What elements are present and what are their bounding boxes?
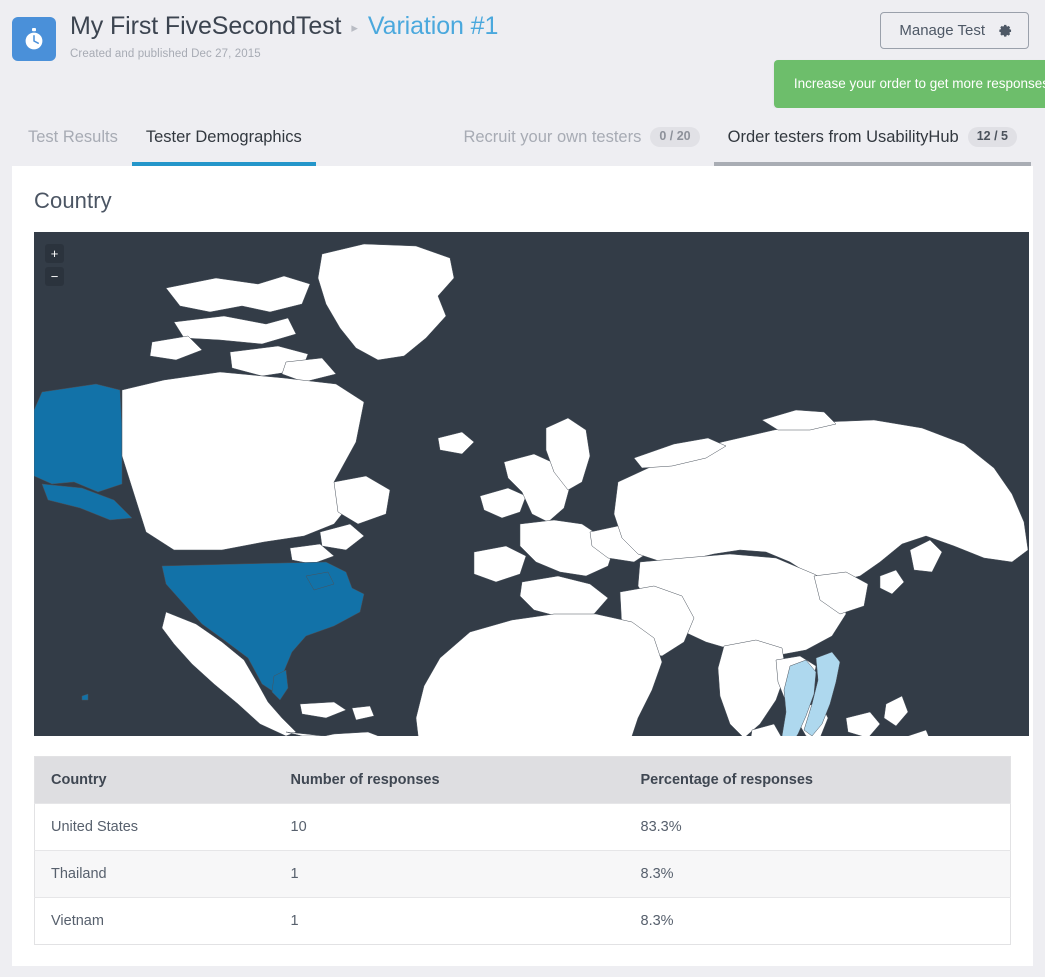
- cell-percentage: 8.3%: [624, 850, 1011, 898]
- tab-badge: 0 / 20: [650, 127, 700, 147]
- variation-link[interactable]: Variation #1: [368, 14, 498, 39]
- tab-label: Test Results: [28, 127, 118, 146]
- table-row: Vietnam 1 8.3%: [34, 897, 1011, 945]
- table-row: Thailand 1 8.3%: [34, 850, 1011, 898]
- tab-spacer: [316, 108, 450, 166]
- country-responses-table: Country Number of responses Percentage o…: [34, 756, 1011, 945]
- gear-icon: [999, 24, 1012, 37]
- app-logo: [12, 17, 56, 61]
- upsell-callout: ✖ Increase your order to get more respon…: [774, 60, 1045, 120]
- column-header-percentage-of-responses: Percentage of responses: [624, 756, 1011, 804]
- cell-country: Thailand: [34, 850, 275, 898]
- cell-responses: 1: [274, 850, 625, 898]
- manage-test-button[interactable]: Manage Test: [880, 12, 1029, 49]
- world-map-svg: [34, 232, 1029, 736]
- tab-label: Order testers from UsabilityHub: [727, 127, 959, 146]
- cell-percentage: 83.3%: [624, 803, 1011, 851]
- cell-country: United States: [34, 803, 275, 851]
- stopwatch-icon: [25, 28, 43, 50]
- world-map[interactable]: + −: [34, 232, 1029, 736]
- table-head: Country Number of responses Percentage o…: [34, 756, 1011, 804]
- cell-responses: 1: [274, 897, 625, 945]
- breadcrumb: My First FiveSecondTest ▸ Variation #1: [70, 14, 498, 39]
- column-header-number-of-responses: Number of responses: [274, 756, 625, 804]
- breadcrumb-separator-icon: ▸: [351, 20, 358, 35]
- tab-tester-demographics[interactable]: Tester Demographics: [131, 108, 316, 166]
- cell-country: Vietnam: [34, 897, 275, 945]
- tab-order-testers-from-usabilityhub[interactable]: Order testers from UsabilityHub 12 / 5: [713, 108, 1032, 166]
- page-header: My First FiveSecondTest ▸ Variation #1 C…: [0, 0, 1045, 120]
- brand-block: My First FiveSecondTest ▸ Variation #1 C…: [12, 12, 498, 61]
- cell-responses: 10: [274, 803, 625, 851]
- zoom-in-button[interactable]: +: [45, 244, 64, 263]
- zoom-out-button[interactable]: −: [45, 267, 64, 286]
- cell-percentage: 8.3%: [624, 897, 1011, 945]
- content-card: Country + − Country Number of responses …: [12, 166, 1033, 966]
- section-title: Country: [34, 188, 112, 213]
- map-zoom-controls: + −: [45, 244, 64, 286]
- column-header-country: Country: [34, 756, 275, 804]
- table-body: United States 10 83.3% Thailand 1 8.3% V…: [34, 803, 1011, 945]
- tab-bar: Test Results Tester Demographics Recruit…: [0, 108, 1045, 166]
- tab-test-results[interactable]: Test Results: [14, 108, 132, 166]
- page-title: My First FiveSecondTest: [70, 12, 342, 40]
- title-block: My First FiveSecondTest ▸ Variation #1 C…: [70, 14, 498, 61]
- tab-label: Tester Demographics: [145, 127, 302, 146]
- callout-message: Increase your order to get more response…: [793, 76, 1045, 91]
- created-published-subtitle: Created and published Dec 27, 2015: [70, 48, 261, 60]
- tab-recruit-your-own-testers[interactable]: Recruit your own testers 0 / 20: [449, 108, 713, 166]
- tab-label: Recruit your own testers: [463, 127, 642, 146]
- tab-badge: 12 / 5: [967, 127, 1017, 147]
- table-header-row: Country Number of responses Percentage o…: [34, 756, 1011, 804]
- manage-test-label: Manage Test: [899, 22, 985, 39]
- table-row: United States 10 83.3%: [34, 803, 1011, 851]
- header-actions: Manage Test ✖ Increase your order to get…: [774, 12, 1045, 120]
